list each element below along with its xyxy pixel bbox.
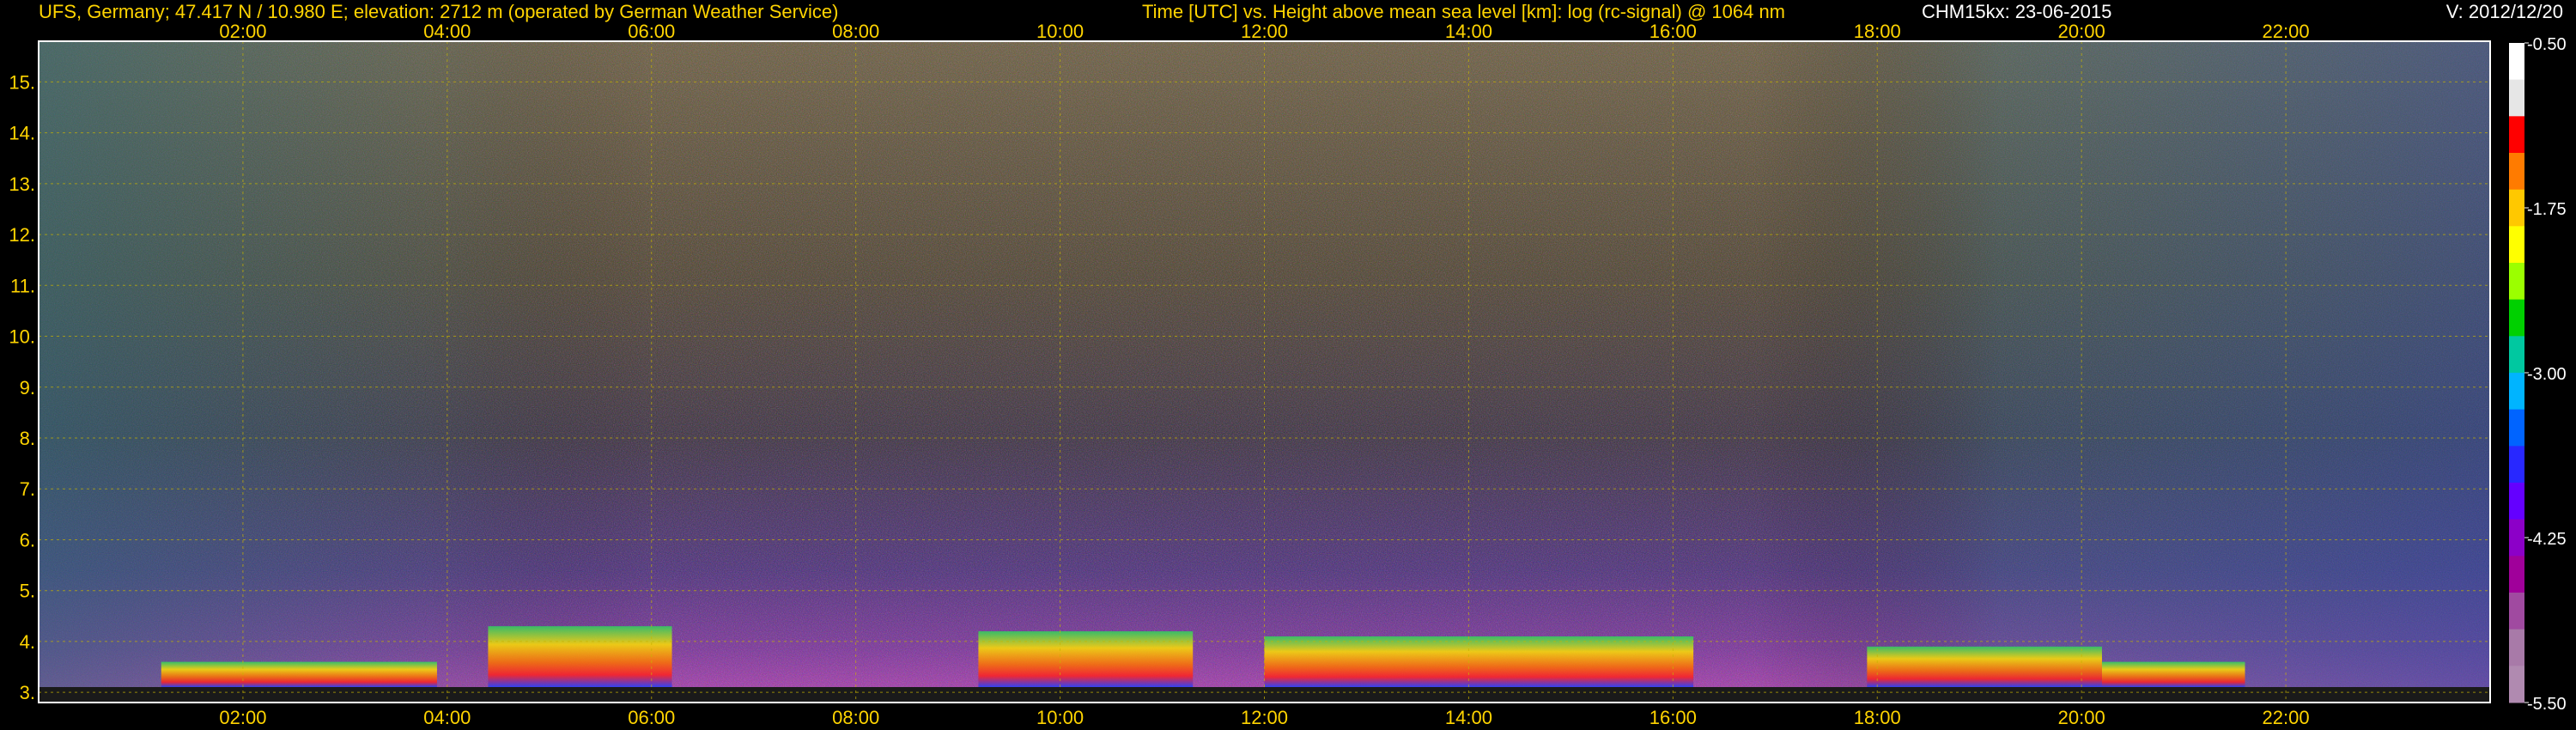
colorbar-segment (2509, 446, 2524, 484)
colorbar-segment (2509, 263, 2524, 301)
colorbar-segment (2509, 299, 2524, 337)
plot-area (38, 40, 2491, 703)
x-tick-label-bottom: 16:00 (1649, 707, 1697, 728)
aerosol-layer-5 (2101, 661, 2245, 687)
x-axis-bottom: 02:00 04:00 06:00 08:00 10:00 12:00 14:00 16:00… (219, 707, 2309, 728)
x-tick-label-bottom: 14:00 (1445, 707, 1492, 728)
y-tick-label: 3. (20, 682, 35, 703)
x-tick-label-top: 22:00 (2263, 21, 2310, 42)
colorbar-segment (2509, 519, 2524, 557)
colorbar-segment (2509, 153, 2524, 191)
colorbar-segment (2509, 189, 2524, 227)
aerosol-layer-3 (1264, 636, 1694, 687)
y-tick-label: 6. (20, 529, 35, 551)
x-axis-top: 02:00 04:00 06:00 08:00 10:00 12:00 14:00 16:00… (219, 21, 2309, 42)
y-tick-label: 12. (9, 224, 35, 246)
x-tick-label-top: 06:00 (628, 21, 675, 42)
x-tick-label-top: 20:00 (2058, 21, 2105, 42)
colorbar-segment (2509, 43, 2524, 81)
y-tick-label: 5. (20, 581, 35, 602)
y-axis: 3. 4. 5. 6. 7. 8. 9. 10. 11. 12. 13. 14. 15. (9, 71, 35, 703)
x-tick-label-bottom: 12:00 (1241, 707, 1288, 728)
aerosol-layer-2 (978, 631, 1194, 687)
y-tick-label: 7. (20, 478, 35, 500)
y-tick-label: 15. (9, 71, 35, 93)
y-tick-label: 10. (9, 326, 35, 348)
x-tick-label-top: 02:00 (219, 21, 266, 42)
colorbar-segment (2509, 409, 2524, 447)
colorbar-segment (2509, 79, 2524, 117)
x-tick-label-top: 18:00 (1854, 21, 1901, 42)
colorbar-tick-label: -5.50 (2527, 695, 2567, 714)
colorbar-segment (2509, 226, 2524, 264)
x-tick-label-bottom: 08:00 (832, 707, 879, 728)
aerosol-layer-4 (1867, 646, 2102, 687)
x-tick-label-bottom: 18:00 (1854, 707, 1901, 728)
x-tick-label-top: 12:00 (1241, 21, 1288, 42)
version-label: V: 2012/12/20 (2446, 1, 2563, 22)
colorbar-tick-label: -4.25 (2527, 530, 2567, 549)
colorbar-segment (2509, 556, 2524, 593)
colorbar-tick-label: -1.75 (2527, 200, 2567, 219)
x-tick-label-top: 14:00 (1445, 21, 1492, 42)
colorbar-segment (2509, 336, 2524, 374)
x-tick-label-bottom: 02:00 (219, 707, 266, 728)
x-tick-label-top: 04:00 (423, 21, 471, 42)
colorbar-segment (2509, 116, 2524, 154)
x-tick-label-bottom: 10:00 (1036, 707, 1084, 728)
ground-band (39, 687, 2490, 703)
colorbar-tick-label: -0.50 (2527, 35, 2567, 54)
instrument-date: CHM15kx: 23-06-2015 (1922, 1, 2111, 22)
lidar-figure: UFS, Germany; 47.417 N / 10.980 E; eleva… (9, 1, 2567, 728)
y-tick-label: 11. (10, 275, 35, 296)
x-tick-label-top: 10:00 (1036, 21, 1084, 42)
x-tick-label-bottom: 22:00 (2263, 707, 2310, 728)
y-tick-label: 13. (9, 173, 35, 195)
colorbar-segment (2509, 666, 2524, 703)
x-tick-label-bottom: 04:00 (423, 707, 471, 728)
colorbar-ticks: -0.50 -1.75 -3.00 -4.25 -5.50 (2524, 35, 2567, 714)
colorbar-segment (2509, 483, 2524, 520)
plot-description: Time [UTC] vs. Height above mean sea lev… (1142, 1, 1785, 22)
aerosol-layer-1 (488, 626, 672, 687)
colorbar-tick-label: -3.00 (2527, 365, 2567, 384)
x-tick-label-bottom: 06:00 (628, 707, 675, 728)
y-tick-label: 9. (20, 377, 35, 398)
colorbar-segment (2509, 373, 2524, 411)
colorbar-segment (2509, 593, 2524, 630)
colorbar-segment (2509, 629, 2524, 666)
x-tick-label-top: 16:00 (1649, 21, 1697, 42)
x-tick-label-bottom: 20:00 (2058, 707, 2105, 728)
y-tick-label: 8. (20, 428, 35, 449)
y-tick-label: 4. (20, 631, 35, 653)
station-info: UFS, Germany; 47.417 N / 10.980 E; eleva… (39, 1, 838, 22)
colorbar (2509, 43, 2524, 703)
aerosol-layer-0 (161, 661, 437, 687)
x-tick-label-top: 08:00 (832, 21, 879, 42)
y-tick-label: 14. (9, 123, 35, 144)
